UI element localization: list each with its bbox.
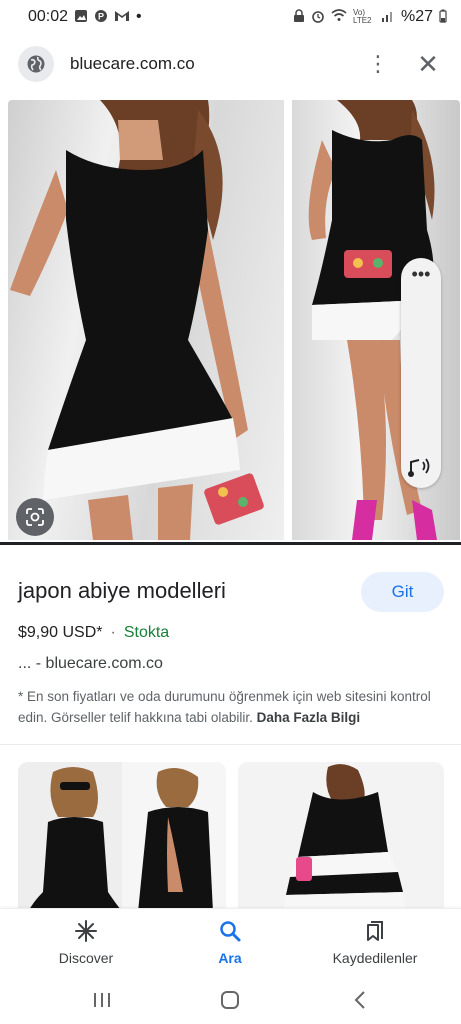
disclaimer-text: * En son fiyatları ve oda durumunu öğren… — [18, 686, 438, 728]
alarm-icon — [311, 9, 325, 26]
image-bottom-divider — [0, 542, 461, 545]
nav-discover[interactable]: Discover — [56, 919, 116, 966]
product-price: $9,90 USD* — [18, 624, 103, 641]
back-icon[interactable] — [342, 984, 378, 1016]
product-images: ••• — [8, 100, 460, 542]
nav-search[interactable]: Ara — [200, 919, 260, 966]
system-navigation — [0, 980, 461, 1024]
price-separator: · — [110, 624, 116, 641]
globe-icon[interactable] — [18, 46, 54, 82]
lock-icon — [293, 8, 305, 26]
bookmarks-icon — [363, 919, 387, 946]
close-icon[interactable]: ✕ — [413, 49, 443, 80]
source-link[interactable]: ... - bluecare.com.co — [18, 655, 163, 673]
visit-button[interactable]: Git — [361, 572, 444, 612]
product-title: japon abiye modelleri — [18, 578, 226, 603]
network-label: Vo) LTE2 — [352, 8, 372, 25]
home-icon[interactable] — [212, 984, 248, 1016]
signal-icon — [381, 10, 395, 25]
google-lens-icon[interactable] — [16, 498, 54, 536]
price-row: $9,90 USD* · Stokta — [18, 624, 169, 642]
nav-saved-label: Kaydedilenler — [332, 950, 418, 966]
related-image-2[interactable] — [238, 762, 444, 912]
wifi-icon — [331, 9, 347, 25]
more-info-link[interactable]: Daha Fazla Bilgi — [257, 710, 361, 725]
page-url[interactable]: bluecare.com.co — [70, 54, 363, 74]
related-image-1[interactable] — [18, 762, 226, 912]
related-images — [18, 762, 444, 912]
url-bar: bluecare.com.co ⋮ ✕ — [0, 38, 461, 90]
more-options-icon[interactable]: ⋮ — [363, 53, 393, 75]
gmail-icon — [114, 9, 130, 25]
more-icon[interactable]: ••• — [401, 264, 441, 285]
status-bar: 00:02 P • Vo) LTE2 %27 — [0, 0, 461, 34]
product-photo-main[interactable] — [8, 100, 284, 540]
nav-discover-label: Discover — [58, 950, 114, 966]
status-right: Vo) LTE2 %27 — [293, 8, 447, 26]
side-panel[interactable]: ••• — [401, 258, 441, 488]
recent-apps-icon[interactable] — [84, 984, 120, 1016]
status-dot: • — [136, 8, 142, 25]
battery-percent: %27 — [400, 8, 433, 25]
disclaimer-body: * En son fiyatları ve oda durumunu öğren… — [18, 689, 431, 725]
battery-icon — [439, 9, 447, 26]
pinterest-icon: P — [94, 9, 108, 26]
search-icon — [218, 919, 242, 946]
status-time: 00:02 — [28, 8, 69, 25]
svg-text:P: P — [98, 11, 104, 21]
gallery-icon — [74, 9, 88, 26]
stock-status: Stokta — [123, 624, 170, 641]
discover-icon — [74, 919, 98, 946]
sound-icon[interactable] — [407, 452, 435, 480]
bottom-navigation: Discover Ara Kaydedilenler — [0, 908, 461, 980]
nav-saved[interactable]: Kaydedilenler — [326, 919, 424, 966]
section-divider — [0, 744, 461, 745]
status-left: 00:02 P • — [28, 8, 142, 26]
nav-search-label: Ara — [218, 950, 242, 966]
